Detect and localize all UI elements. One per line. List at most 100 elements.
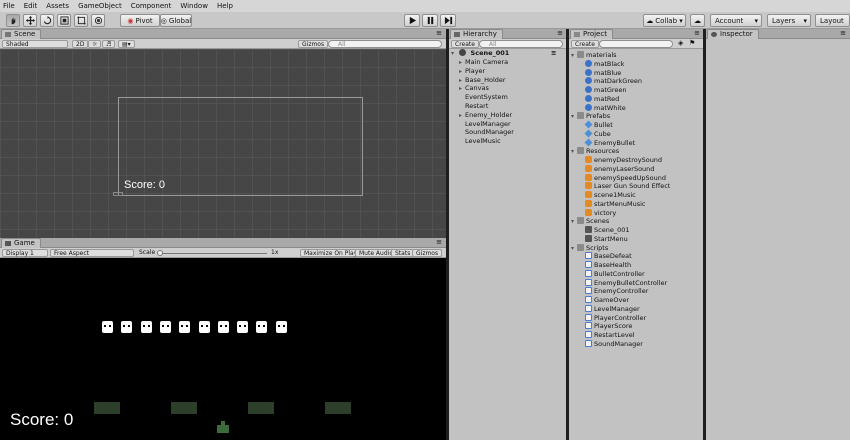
project-asset[interactable]: PlayerScore	[585, 322, 632, 331]
project-asset[interactable]: SoundManager	[585, 339, 643, 349]
hierarchy-item[interactable]: ▸ Canvas	[459, 84, 489, 93]
effects-dropdown[interactable]: ▤▾	[118, 40, 135, 48]
transform-tool-button[interactable]	[91, 14, 105, 27]
menu-file[interactable]: File	[3, 2, 15, 10]
project-asset[interactable]: victory	[585, 208, 616, 218]
maximize-on-play-toggle[interactable]: Maximize On Play	[300, 249, 362, 257]
project-asset[interactable]: LevelManager	[585, 304, 640, 314]
panel-menu-icon[interactable]: ≡	[694, 29, 700, 37]
cloud-services-button[interactable]: ☁	[690, 14, 705, 27]
scale-tool-button[interactable]	[57, 14, 71, 27]
project-asset[interactable]: PlayerController	[585, 313, 646, 323]
game-gizmos-dropdown[interactable]: Gizmos	[412, 249, 443, 257]
account-dropdown[interactable]: Account ▾	[710, 14, 762, 27]
menu-component[interactable]: Component	[131, 2, 172, 10]
pause-button[interactable]	[422, 14, 438, 27]
stats-toggle[interactable]: Stats	[391, 249, 415, 257]
scene-gizmos-dropdown[interactable]: Gizmos	[298, 40, 329, 48]
game-viewport[interactable]: Score: 0	[0, 258, 446, 440]
project-asset[interactable]: EnemyController	[585, 287, 648, 296]
hierarchy-item[interactable]: LevelManager	[459, 120, 511, 129]
project-folder[interactable]: ▾ Resources	[571, 147, 619, 156]
tab-inspector[interactable]: Inspector	[707, 29, 759, 39]
hierarchy-item[interactable]: Restart	[459, 102, 488, 111]
scene-search-input[interactable]: All	[328, 40, 442, 48]
rotate-tool-button[interactable]	[40, 14, 54, 27]
project-folder[interactable]: ▾ Prefabs	[571, 112, 610, 121]
project-asset[interactable]: EnemyBullet	[584, 138, 635, 148]
audio-toggle[interactable]: ♬	[102, 40, 116, 48]
filter-by-label-icon[interactable]: ⚑	[689, 39, 695, 47]
pivot-toggle-button[interactable]: ◉ Pivot	[120, 14, 160, 27]
project-asset[interactable]: BaseHealth	[585, 261, 631, 270]
scene-viewport[interactable]: Score: 0	[0, 49, 446, 238]
project-asset[interactable]: enemySpeedUpSound	[585, 173, 666, 183]
project-asset[interactable]: GameOver	[585, 296, 629, 305]
lighting-toggle[interactable]: ☼	[88, 40, 102, 48]
project-create-dropdown[interactable]: Create	[571, 40, 599, 48]
tab-hierarchy[interactable]: Hierarchy	[450, 29, 503, 39]
hierarchy-create-dropdown[interactable]: Create	[451, 40, 479, 48]
menu-window[interactable]: Window	[180, 2, 208, 10]
panel-menu-icon[interactable]: ≡	[557, 29, 563, 37]
hierarchy-search-input[interactable]: All	[479, 40, 563, 48]
hierarchy-item[interactable]: SoundManager	[459, 128, 514, 137]
scale-slider-thumb[interactable]	[157, 250, 163, 256]
step-button[interactable]	[440, 14, 456, 27]
hierarchy-item[interactable]: EventSystem	[459, 93, 508, 102]
hierarchy-item[interactable]: ▸ Enemy_Holder	[459, 111, 512, 120]
panel-menu-icon[interactable]: ≡	[840, 29, 846, 37]
expanded-arrow-icon[interactable]: ▾	[451, 49, 457, 58]
shading-mode-dropdown[interactable]: Shaded	[2, 40, 68, 48]
panel-menu-icon[interactable]: ≡	[551, 49, 556, 58]
hierarchy-scene-root[interactable]: ▾ Scene_001 ≡	[451, 49, 556, 58]
project-folder[interactable]: ▾ Scenes	[571, 217, 609, 226]
project-asset[interactable]: matBlack	[585, 59, 624, 69]
panel-menu-icon[interactable]: ≡	[436, 238, 442, 246]
global-toggle-button[interactable]: ◎ Global	[160, 14, 192, 27]
display-dropdown[interactable]: Display 1	[2, 249, 48, 257]
project-asset[interactable]: BulletController	[585, 269, 645, 279]
hierarchy-item[interactable]: ▸ Main Camera	[459, 58, 508, 67]
tab-scene[interactable]: Scene	[1, 29, 42, 39]
project-asset[interactable]: matWhite	[585, 103, 626, 113]
project-asset[interactable]: matDarkGreen	[585, 77, 642, 86]
project-asset[interactable]: Scene_001	[585, 226, 629, 235]
project-folder[interactable]: ▾ materials	[571, 51, 617, 60]
project-asset[interactable]: matGreen	[585, 86, 627, 95]
project-asset[interactable]: Laser Gun Sound Effect	[585, 182, 670, 191]
filter-by-type-icon[interactable]: ◈	[678, 39, 683, 47]
tab-project[interactable]: Project	[570, 29, 613, 39]
collab-dropdown[interactable]: ☁ Collab ▾	[643, 14, 686, 27]
project-asset[interactable]: scene1Music	[585, 191, 636, 200]
hierarchy-item[interactable]: LevelMusic	[459, 137, 501, 146]
rect-tool-button[interactable]	[74, 14, 88, 27]
project-asset[interactable]: Bullet	[584, 120, 613, 130]
hierarchy-item[interactable]: ▸ Player	[459, 67, 485, 76]
project-asset[interactable]: matRed	[585, 94, 619, 104]
rect-handle[interactable]	[113, 192, 123, 196]
project-asset[interactable]: EnemyBulletController	[585, 278, 667, 288]
aspect-dropdown[interactable]: Free Aspect	[50, 249, 134, 257]
move-tool-button[interactable]	[23, 14, 37, 27]
layers-dropdown[interactable]: Layers ▾	[767, 14, 811, 27]
menu-gameobject[interactable]: GameObject	[78, 2, 122, 10]
layout-dropdown[interactable]: Layout	[815, 14, 850, 27]
project-folder[interactable]: ▾ Scripts	[571, 243, 608, 253]
menu-help[interactable]: Help	[217, 2, 233, 10]
hand-tool-button[interactable]	[6, 14, 20, 27]
tab-game[interactable]: Game	[1, 238, 41, 248]
hierarchy-item[interactable]: ▸ Base_Holder	[459, 76, 506, 85]
project-asset[interactable]: BaseDefeat	[585, 252, 632, 261]
project-asset[interactable]: enemyLaserSound	[585, 164, 654, 174]
scale-slider[interactable]	[157, 250, 267, 256]
menu-assets[interactable]: Assets	[46, 2, 69, 10]
project-asset[interactable]: Cube	[584, 129, 611, 139]
project-search-input[interactable]	[599, 40, 673, 48]
mode-2d-toggle[interactable]: 2D	[72, 40, 89, 48]
menu-edit[interactable]: Edit	[24, 2, 38, 10]
project-asset[interactable]: enemyDestroySound	[585, 156, 662, 165]
project-asset[interactable]: matBlue	[585, 68, 621, 78]
project-asset[interactable]: StartMenu	[585, 234, 628, 244]
project-asset[interactable]: startMenuMusic	[585, 199, 645, 209]
